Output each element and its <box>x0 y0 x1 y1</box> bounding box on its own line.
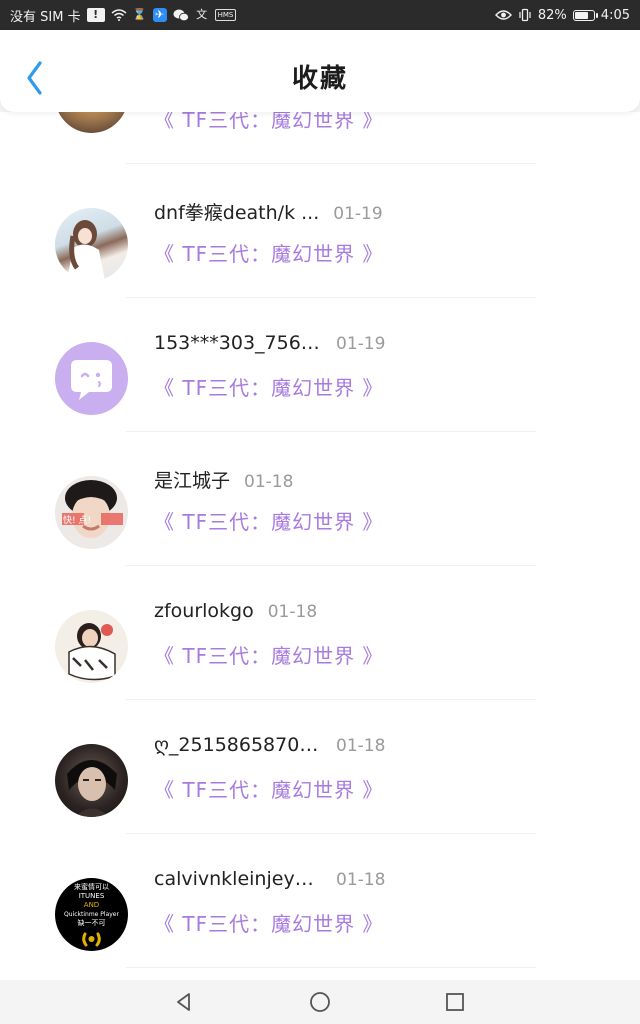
carrier-text: 没有 SIM 卡 <box>10 9 81 25</box>
book-title: 《 TF三代：魔幻世界 》 <box>154 912 384 936</box>
favorites-list: 《 TF三代：魔幻世界 》 dnf拳瘊death/k ... 01-19 《 T… <box>0 112 640 980</box>
book-title: 《 TF三代：魔幻世界 》 <box>154 242 384 266</box>
system-nav-bar <box>0 980 640 1024</box>
square-recents-icon <box>446 993 464 1011</box>
eye-icon <box>494 8 512 22</box>
date-label: 01-19 <box>336 334 386 354</box>
clock: 4:05 <box>600 7 630 23</box>
list-item[interactable]: 153***303_756 ... 01-19 《 TF三代：魔幻世界 》 <box>0 298 640 432</box>
hourglass-icon: ⌛ <box>132 8 147 21</box>
book-title: 《 TF三代：魔幻世界 》 <box>154 644 384 668</box>
date-label: 01-18 <box>244 472 294 492</box>
sim-card-icon: ! <box>86 8 105 22</box>
user-name: 是江城子 <box>154 470 231 492</box>
user-name: calvivnkleinjeyanes <box>154 868 322 890</box>
user-name: dnf拳瘊death/k ... <box>154 202 320 224</box>
avatar <box>55 610 128 683</box>
date-label: 01-18 <box>267 602 318 622</box>
avatar-text-line: 缺一不可 <box>78 918 106 927</box>
item-header: 153***303_756 ... 01-19 <box>154 332 385 354</box>
list-item[interactable]: 快! 点! 是江城子 01-18 《 TF三代：魔幻世界 》 <box>0 432 640 566</box>
item-header: dnf拳瘊death/k ... 01-19 <box>154 198 383 225</box>
book-title: 《 TF三代：魔幻世界 》 <box>154 376 384 400</box>
avatar-text-line: ITUNES <box>79 892 105 900</box>
status-bar: 没有 SIM 卡 ! ⌛ ✈ 文 HMS 82% 4:05 <box>0 0 640 30</box>
date-label: 01-18 <box>336 870 386 890</box>
list-item[interactable]: 来蜜情可以 ITUNES AND Quicktinme Player 缺一不可 … <box>0 834 640 968</box>
list-item[interactable]: zfourlokgo 01-18 《 TF三代：魔幻世界 》 <box>0 566 640 700</box>
item-header: zfourlokgo 01-18 <box>154 600 317 622</box>
book-title: 《 TF三代：魔幻世界 》 <box>154 778 384 802</box>
avatar: 来蜜情可以 ITUNES AND Quicktinme Player 缺一不可 <box>55 878 128 951</box>
vibrate-icon <box>518 8 532 22</box>
app-header: 收藏 <box>0 30 640 112</box>
item-header: ღ_25158658702 ... 01-18 <box>154 734 385 756</box>
triangle-back-icon <box>177 993 190 1011</box>
text-icon: 文 <box>196 8 208 21</box>
date-label: 01-19 <box>333 204 383 224</box>
avatar-text-line: Quicktinme Player <box>64 911 119 918</box>
default-avatar <box>55 342 128 415</box>
avatar-caption: 快! 点! <box>63 514 91 526</box>
circle-home-icon <box>310 992 330 1012</box>
page-title: 收藏 <box>291 64 348 94</box>
avatar: 快! 点! <box>55 476 128 549</box>
divider <box>126 967 536 968</box>
list-item[interactable]: dnf拳瘊death/k ... 01-19 《 TF三代：魔幻世界 》 <box>0 164 640 298</box>
battery-icon <box>572 9 598 21</box>
user-name: zfourlokgo <box>154 600 254 622</box>
wifi-icon <box>111 8 127 22</box>
avatar-text-line: 来蜜情可以 <box>74 882 109 891</box>
avatar <box>55 208 128 281</box>
list-item[interactable]: 《 TF三代：魔幻世界 》 <box>0 112 640 164</box>
avatar-text-line: AND <box>84 901 99 909</box>
nav-back-button[interactable] <box>172 990 196 1014</box>
item-header: 是江城子 01-18 <box>154 466 293 493</box>
book-title: 《 TF三代：魔幻世界 》 <box>154 510 384 534</box>
nav-recents-button[interactable] <box>443 990 467 1014</box>
battery-percent: 82% <box>537 7 567 23</box>
nav-home-button[interactable] <box>308 990 332 1014</box>
wechat-icon <box>173 8 189 22</box>
avatar <box>55 744 128 817</box>
hms-icon: HMS <box>214 9 237 21</box>
date-label: 01-18 <box>336 736 386 756</box>
user-name: 153***303_756 ... <box>154 332 322 354</box>
list-item[interactable]: ღ_25158658702 ... 01-18 《 TF三代：魔幻世界 》 <box>0 700 640 834</box>
app-notification-icon: ✈ <box>152 8 167 22</box>
user-name: ღ_25158658702 ... <box>154 734 322 756</box>
book-title: 《 TF三代：魔幻世界 》 <box>154 112 384 132</box>
item-header: calvivnkleinjeyanes 01-18 <box>154 868 385 890</box>
chat-bubble-icon <box>71 360 112 400</box>
avatar <box>55 112 128 133</box>
